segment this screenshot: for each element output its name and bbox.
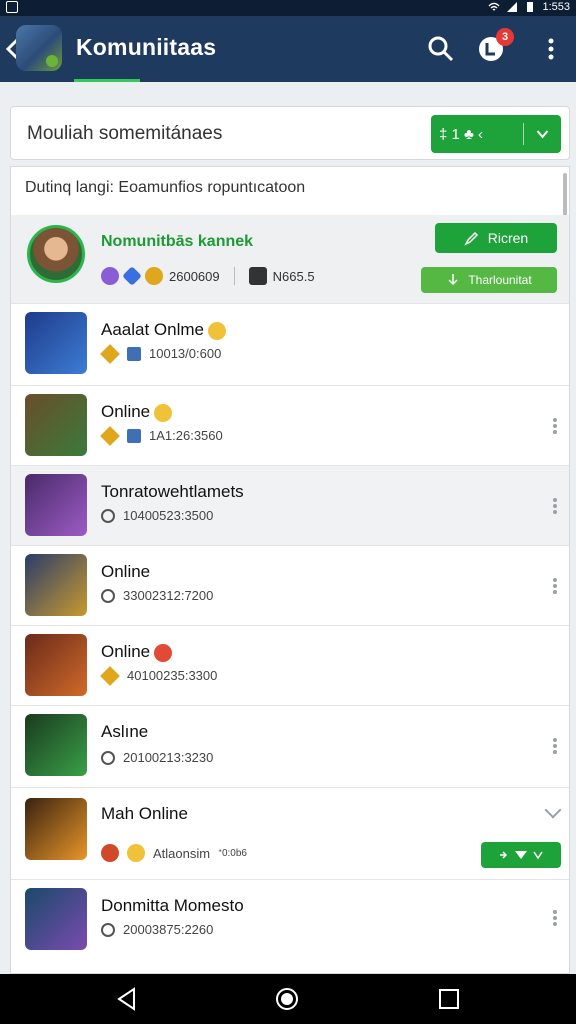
community-thumbnail <box>25 394 87 456</box>
more-vert-icon[interactable] <box>553 498 557 514</box>
heart-icon <box>101 508 115 523</box>
download-icon <box>448 274 458 286</box>
featured-name: Nomunitbās kannek <box>101 233 254 250</box>
filter-chip-label: ‡ 1 ♣ ‹ <box>439 125 484 143</box>
featured-meta: 2600609 N665.5 <box>101 266 315 286</box>
battery-icon <box>527 2 534 12</box>
page-title: Komuniitaas <box>76 34 217 60</box>
community-meta: 10400523:3500 <box>101 508 213 523</box>
emoji-icon <box>154 403 173 422</box>
status-time: 1:553 <box>542 1 570 13</box>
list-item[interactable]: Donmitta Momesto 20003875:2260 <box>11 879 569 973</box>
community-meta: Atlaonsim ᐩ0:0b6 <box>101 844 247 862</box>
community-name: Tonratowehtlamets <box>101 482 244 501</box>
filter-chip[interactable]: ‡ 1 ♣ ‹ <box>431 115 561 153</box>
wifi-icon <box>489 2 500 11</box>
signal-icon <box>507 2 518 12</box>
community-list: Dutinq langi: Eoamunfios ropuntıcatoon N… <box>10 166 570 974</box>
primary-action-button[interactable]: Ricren <box>435 223 557 253</box>
chevron-down-icon[interactable] <box>544 801 562 819</box>
emoji-icon <box>154 643 173 662</box>
community-name: Mah Online <box>101 804 188 823</box>
featured-meta-value: 2600609 <box>169 268 220 284</box>
community-thumbnail <box>25 798 87 860</box>
community-name: Online <box>101 402 173 422</box>
search-icon[interactable] <box>426 34 456 64</box>
community-name: Aslıne <box>101 722 149 741</box>
square-badge-icon <box>127 346 141 361</box>
community-meta: 33002312:7200 <box>101 588 213 603</box>
community-name: Aaalat Onlme <box>101 320 226 340</box>
crown-icon <box>127 844 145 862</box>
app-logo-icon <box>16 25 62 71</box>
crown-icon <box>145 267 163 285</box>
app-bar: Komuniitaas 3 <box>0 16 576 82</box>
community-meta: 10013/0:600 <box>100 343 221 364</box>
list-item[interactable]: Tonratowehtlamets 10400523:3500 <box>11 465 569 545</box>
community-name: Online <box>101 562 151 581</box>
image-notification-icon <box>6 1 18 13</box>
edit-icon <box>464 231 478 246</box>
more-vert-icon[interactable] <box>553 578 557 594</box>
community-meta: 20003875:2260 <box>101 922 213 937</box>
list-item[interactable]: Online 40100235:3300 <box>11 625 569 705</box>
status-bar: 1:553 <box>0 0 576 16</box>
join-button[interactable] <box>481 842 561 868</box>
community-meta: 40100235:3300 <box>100 665 217 686</box>
more-vert-icon[interactable] <box>553 738 557 754</box>
heart-icon <box>101 588 115 603</box>
list-item[interactable]: Aaalat Onlme 10013/0:600 <box>11 303 569 385</box>
more-vert-icon[interactable] <box>536 34 566 64</box>
gem-icon <box>101 267 119 285</box>
emoji-icon <box>208 321 226 340</box>
community-name: Online <box>101 642 173 662</box>
heart-icon <box>101 922 115 937</box>
community-meta: 20100213:3230 <box>101 750 213 765</box>
check-icon[interactable] <box>524 126 561 142</box>
community-thumbnail <box>25 888 87 950</box>
list-item[interactable]: Online 33002312:7200 <box>11 545 569 625</box>
notification-badge: 3 <box>496 28 514 46</box>
community-name: Donmitta Momesto <box>101 896 244 915</box>
nav-back-icon[interactable] <box>114 986 140 1012</box>
search-bar[interactable]: Mouliah somemitánaes ‡ 1 ♣ ‹ <box>10 106 570 160</box>
system-nav-bar <box>0 974 576 1024</box>
diamond-icon <box>122 266 142 286</box>
secondary-action-label: Tharlounitat <box>468 273 532 287</box>
list-item[interactable]: Aslıne 20100213:3230 <box>11 705 569 787</box>
diamond-icon <box>100 665 120 686</box>
fire-icon <box>101 844 119 862</box>
active-tab-indicator <box>74 79 140 82</box>
community-thumbnail <box>25 634 87 696</box>
list-item-expanded[interactable]: Mah Online Atlaonsim ᐩ0:0b6 <box>11 787 569 879</box>
featured-community[interactable]: Nomunitbās kannek 2600609 N665.5 Ricren … <box>11 215 569 303</box>
heart-icon <box>101 750 115 765</box>
character-icon <box>248 267 267 285</box>
more-vert-icon[interactable] <box>553 910 557 926</box>
diamond-icon <box>100 343 120 364</box>
community-thumbnail <box>25 714 87 776</box>
search-input[interactable]: Mouliah somemitánaes <box>27 123 222 145</box>
community-thumbnail <box>25 474 87 536</box>
meta-divider <box>233 267 235 285</box>
list-header: Dutinq langi: Eoamunfios ropuntıcatoon <box>25 179 306 196</box>
featured-meta-value-2: N665.5 <box>272 268 315 284</box>
more-vert-icon[interactable] <box>553 418 557 434</box>
check-badge-icon <box>127 428 141 443</box>
primary-action-label: Ricren <box>487 230 529 246</box>
avatar <box>27 225 85 283</box>
community-meta: 1A1:26:3560 <box>100 425 223 446</box>
secondary-action-button[interactable]: Tharlounitat <box>421 267 557 293</box>
nav-recents-icon[interactable] <box>436 986 462 1012</box>
action-icons <box>500 851 543 860</box>
diamond-icon <box>100 425 120 446</box>
community-thumbnail <box>25 554 87 616</box>
community-thumbnail <box>25 312 87 374</box>
list-item[interactable]: Online 1A1:26:3560 <box>11 385 569 465</box>
nav-home-icon[interactable] <box>274 986 300 1012</box>
